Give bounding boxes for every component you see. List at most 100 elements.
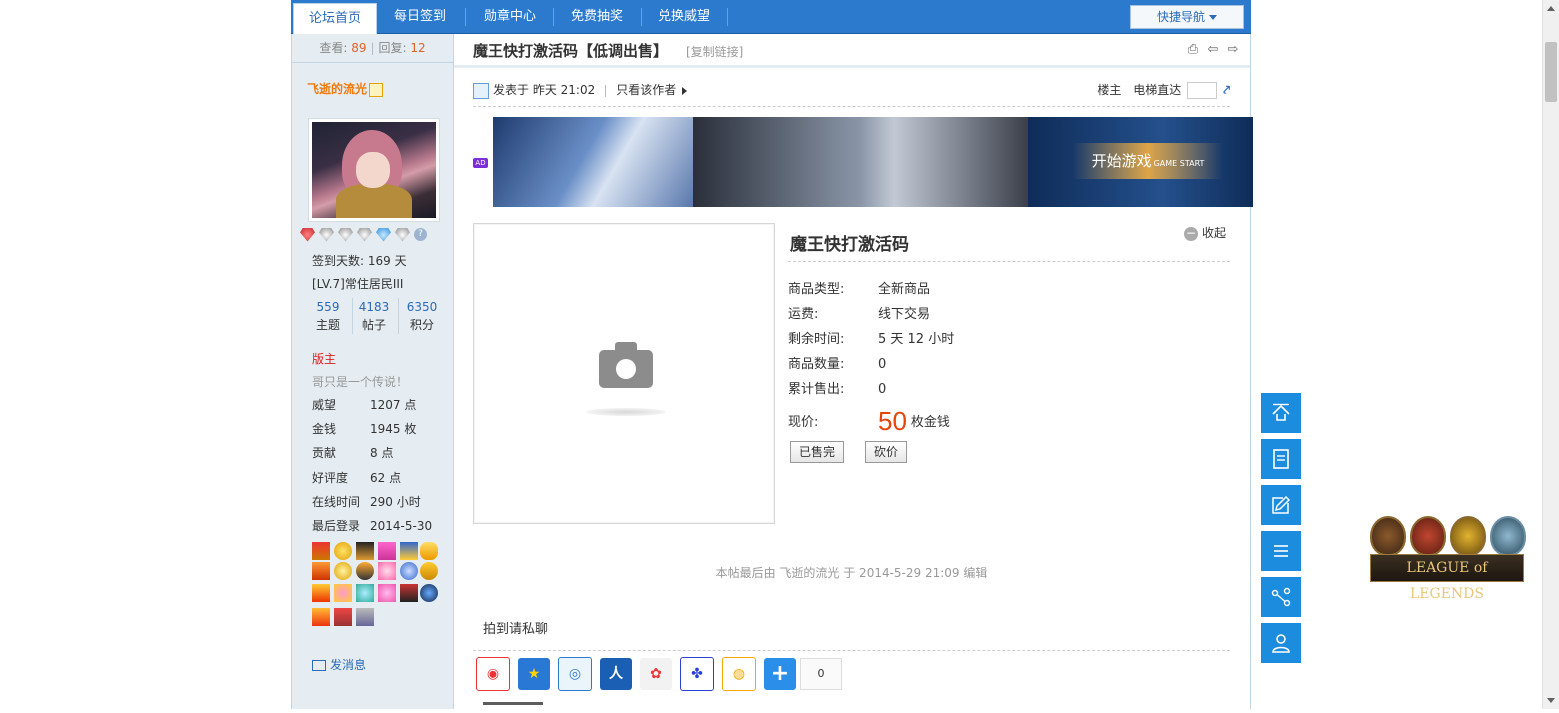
print-icon[interactable]: ⎙ [1186,43,1200,57]
product-image-placeholder[interactable] [473,223,775,524]
detail-value: 1945 枚 [370,422,417,436]
scroll-up-icon[interactable] [1547,6,1555,11]
bronze-badge-icon [1370,516,1406,556]
sold-out-button[interactable]: 已售完 [790,441,845,463]
banner-start-game-button[interactable]: 开始游戏 GAME START [1073,143,1223,179]
stat-topics[interactable]: 559 主题 [306,298,350,334]
quick-nav-label: 快捷导航 [1156,10,1205,24]
prev-thread-icon[interactable]: ⇦ [1206,43,1220,57]
medal-icon[interactable] [378,584,396,602]
stat-points[interactable]: 6350 积分 [400,298,444,334]
edit-icon [1272,495,1291,514]
user-profile-button[interactable] [1261,623,1301,663]
collapse-button[interactable]: − 收起 [1184,224,1226,241]
medal-icon[interactable] [400,542,418,560]
help-icon[interactable]: ? [414,228,427,241]
detail-key: 贡献 [312,446,337,460]
tab-medal-center[interactable]: 勋章中心 [475,0,545,33]
user-gem-badges: ? [300,227,431,243]
document-icon [1273,449,1289,469]
league-of-legends-logo[interactable]: LEAGUE of LEGENDS [1368,516,1528,602]
medal-icon[interactable] [356,562,374,580]
only-author-link[interactable]: 只看该作者 [616,83,676,97]
field-value: 0 [878,382,887,397]
kaixin-share-icon[interactable]: ✿ [640,658,672,690]
tab-exchange-prestige[interactable]: 兑换威望 [649,0,719,33]
medal-icon[interactable] [312,562,330,580]
meta-divider [605,84,607,97]
vertical-scrollbar[interactable] [1542,0,1559,709]
medal-icon[interactable] [378,542,396,560]
back-to-top-button[interactable] [1261,393,1301,433]
title-divider [453,65,1250,68]
detail-online-time: 在线时间 290 小时 [312,493,421,510]
medal-icon[interactable] [334,608,352,626]
avatar[interactable] [308,118,440,222]
thread-title: 魔王快打激活码【低调出售】 [473,42,669,60]
share-bar: ◉ ★ ◎ 人 ✿ ✤ ◍ +0 [476,657,842,691]
field-key: 累计售出: [788,382,845,397]
medal-icon[interactable] [356,542,374,560]
baidu-share-icon[interactable]: ✤ [680,657,714,691]
tab-daily-checkin[interactable]: 每日签到 [385,0,455,33]
detail-key: 好评度 [312,471,349,485]
stat-label: 积分 [409,318,434,332]
camera-icon [599,342,653,388]
send-message-label[interactable]: 发消息 [330,658,366,672]
medal-icon[interactable] [420,562,438,580]
next-thread-icon[interactable]: ⇨ [1226,43,1240,57]
post-time: 发表于 昨天 21:02 [493,83,596,97]
medal-icon[interactable] [334,584,352,602]
medal-icon[interactable] [312,608,330,626]
floor-label: 楼主 [1097,83,1122,97]
more-share-icon[interactable]: + [764,658,796,690]
scrollbar-thumb[interactable] [1545,42,1557,102]
qzone-share-icon[interactable]: ★ [518,658,550,690]
medal-icon[interactable] [312,542,330,560]
share-button[interactable] [1261,577,1301,617]
bargain-button[interactable]: 砍价 [865,441,908,463]
medal-icon[interactable] [334,542,352,560]
tab-free-lottery[interactable]: 免费抽奖 [561,0,633,33]
tab-forum-home[interactable]: 论坛首页 [293,3,377,34]
ad-banner[interactable]: 开始游戏 GAME START [493,117,1253,207]
detail-key: 威望 [312,398,337,412]
detail-value: 290 小时 [370,495,421,509]
thread-list-button[interactable] [1261,439,1301,479]
medal-icon[interactable] [378,562,396,580]
quick-nav-dropdown[interactable]: 快捷导航 [1130,5,1244,29]
scroll-down-icon[interactable] [1547,698,1555,703]
weibo-share-icon[interactable]: ◉ [476,657,510,691]
online-status-icon [473,82,489,99]
medal-icon[interactable] [400,584,418,602]
send-message-link[interactable]: 发消息 [312,656,366,673]
reply-button[interactable] [1261,485,1301,525]
medal-icon[interactable] [400,562,418,580]
floor-number-input[interactable] [1187,82,1218,99]
menu-button[interactable] [1261,531,1301,571]
thread-stats: 查看: 89 | 回复: 12 [292,34,453,63]
medal-icon[interactable] [312,584,330,602]
medal-icon[interactable] [356,584,374,602]
stat-value: 4183 [358,300,390,314]
medal-icon[interactable] [420,542,438,560]
medal-icon[interactable] [356,608,374,626]
renren-share-icon[interactable]: 人 [600,658,632,690]
post-body-text: 拍到请私聊 [483,622,549,637]
medal-icon[interactable] [420,584,438,602]
medal-icon[interactable] [334,562,352,580]
replies-label: 回复: [378,41,407,55]
jump-go-icon[interactable]: ⤤ [1223,80,1230,100]
product-name: 魔王快打激活码 [790,235,909,255]
user-level[interactable]: [LV.7]常住居民III [312,275,403,292]
copy-link-button[interactable]: [复制链接] [686,43,743,60]
author-name[interactable]: 飞逝的流光 [307,80,384,97]
menu-icon [1274,545,1288,557]
tencent-weibo-share-icon[interactable]: ◎ [558,657,592,691]
author-name-text[interactable]: 飞逝的流光 [307,82,367,96]
qq-share-icon[interactable]: ◍ [722,657,756,691]
user-stats: 559 主题 4183 帖子 6350 积分 [306,298,446,338]
nav-separator [641,8,642,26]
stat-posts[interactable]: 4183 帖子 [352,298,396,334]
top-nav-bar: 论坛首页 每日签到 勋章中心 免费抽奖 兑换威望 快捷导航 [291,0,1251,34]
